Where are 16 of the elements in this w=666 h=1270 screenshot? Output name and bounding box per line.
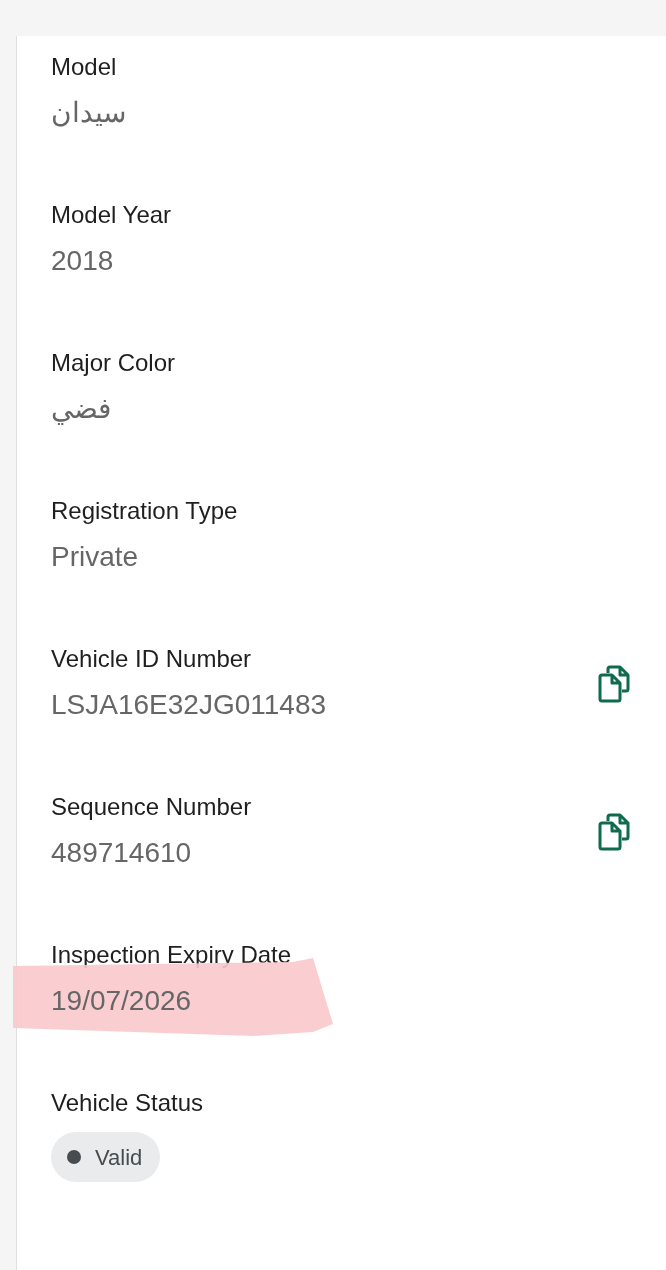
field-label: Sequence Number	[51, 792, 252, 822]
field-label: Major Color	[51, 348, 176, 378]
field-label: Registration Type	[51, 496, 238, 526]
field-label: Vehicle Status	[51, 1088, 204, 1118]
field-value: 19/07/2026	[51, 985, 192, 1016]
field-value: 489714610	[51, 837, 192, 868]
field-label: Vehicle ID Number	[51, 644, 252, 674]
field-value: Private	[51, 541, 139, 572]
field-label: Model	[51, 52, 117, 82]
field-label: Inspection Expiry Date	[51, 940, 292, 970]
field-value: 2018	[51, 245, 114, 276]
field-value: سيدان	[51, 97, 126, 128]
field-label: Model Year	[51, 200, 172, 230]
field-value: LSJA16E32JG011483	[51, 689, 327, 720]
field-value: فضي	[51, 393, 111, 424]
status-text: Valid	[95, 1143, 143, 1172]
